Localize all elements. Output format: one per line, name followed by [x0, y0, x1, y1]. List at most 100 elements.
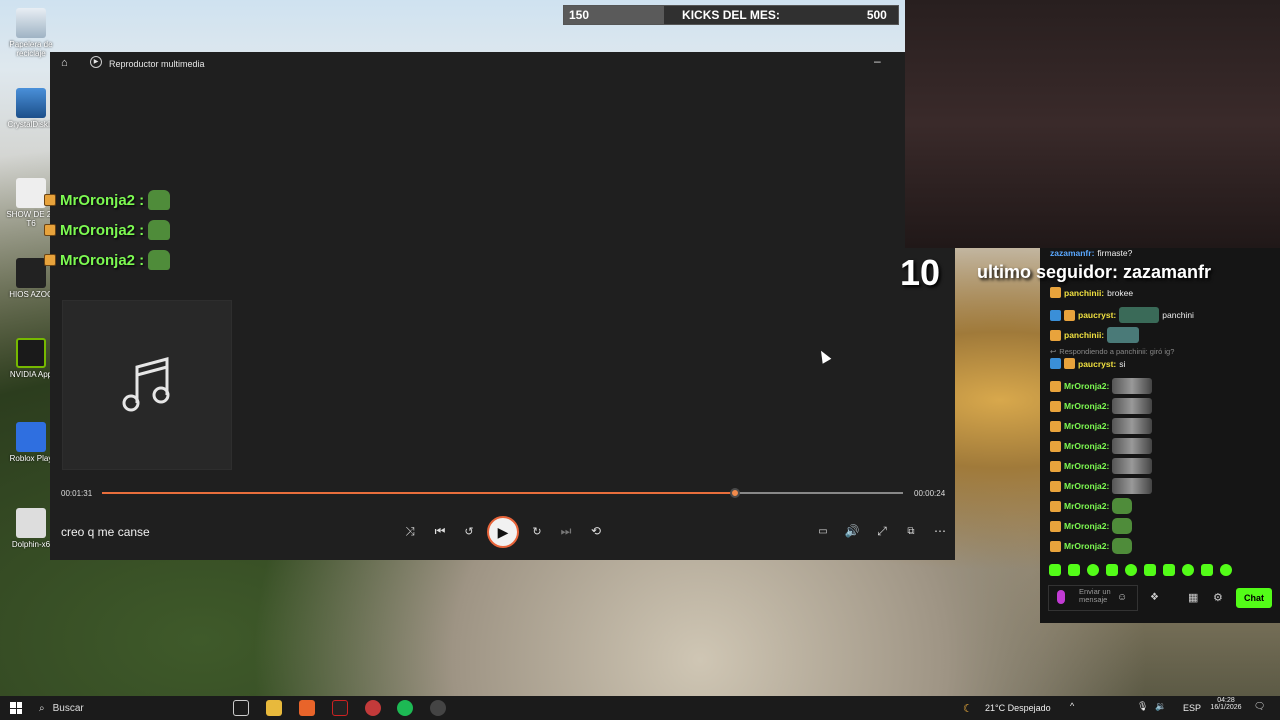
- chat-text: firmaste?: [1097, 248, 1133, 258]
- tray-chevron-icon[interactable]: ^: [1070, 701, 1074, 711]
- chat-user: MrOronja2:: [1064, 441, 1110, 451]
- crystaldisk-icon: [16, 88, 46, 118]
- clock-date: 16/1/2026: [1210, 704, 1242, 711]
- volume-tray-icon[interactable]: 🔉: [1155, 701, 1166, 712]
- emote-icon[interactable]: [1163, 564, 1175, 576]
- emote-icon[interactable]: [1106, 564, 1118, 576]
- sticker-image: [1112, 418, 1153, 434]
- emote-icon[interactable]: [1087, 564, 1099, 576]
- reply-icon: ↩: [1050, 347, 1057, 356]
- emote-icon[interactable]: [1144, 564, 1156, 576]
- overlay-chat-user: MrOronja2 :: [60, 251, 145, 269]
- overlay-chat-line: MrOronja2 :: [44, 190, 171, 210]
- store-icon[interactable]: ▦: [1188, 591, 1198, 604]
- more-options-icon[interactable]: ⋯: [930, 521, 950, 541]
- chat-user: MrOronja2:: [1064, 461, 1110, 471]
- sticker-image: [1112, 378, 1153, 394]
- emote-icon[interactable]: [1201, 564, 1213, 576]
- chat-message: MrOronja2:: [1050, 398, 1153, 414]
- desktop-icon-crystaldisk[interactable]: CrystalDiskIn: [6, 88, 56, 129]
- emote-icon[interactable]: [1182, 564, 1194, 576]
- chat-user: MrOronja2:: [1064, 501, 1110, 511]
- rewind-button[interactable]: ↺: [459, 521, 479, 541]
- crown-badge-icon: [1050, 460, 1061, 472]
- brave-browser-icon[interactable]: [299, 700, 315, 716]
- game-icon: [16, 258, 46, 288]
- chat-message: MrOronja2:: [1050, 418, 1153, 434]
- chat-user: MrOronja2:: [1064, 381, 1110, 391]
- desktop-icon-roblox[interactable]: Roblox Play: [6, 422, 56, 463]
- fast-forward-button[interactable]: ↻: [527, 521, 547, 541]
- chat-text: si: [1119, 358, 1126, 369]
- kicks-icon[interactable]: ❖: [1150, 592, 1159, 603]
- crown-badge-icon: [1050, 287, 1061, 298]
- clock-time: 04:28: [1217, 697, 1235, 704]
- crown-badge-icon: [44, 254, 56, 266]
- file-explorer-icon[interactable]: [266, 700, 282, 716]
- home-icon[interactable]: ⌂: [61, 57, 68, 69]
- roblox-icon: [16, 422, 46, 452]
- taskbar-search[interactable]: ⌕ Buscar: [33, 696, 223, 720]
- music-note-icon: [122, 357, 170, 412]
- webcam-feed: [905, 0, 1280, 248]
- seek-bar[interactable]: [102, 488, 903, 498]
- last-follower: ultimo seguidor: zazamanfr: [977, 262, 1212, 282]
- crown-badge-icon: [1050, 329, 1061, 341]
- follower-count: 10: [900, 252, 941, 293]
- obs-icon[interactable]: [365, 700, 381, 716]
- desktop-icon-label: NVIDIA App: [9, 370, 53, 379]
- miniplayer-icon[interactable]: ▭: [813, 521, 833, 541]
- gear-icon[interactable]: ⚙: [1213, 591, 1223, 604]
- reply-reference: ↩ Respondiendo a panchinii: giró ig?: [1050, 347, 1174, 356]
- emoji-icon[interactable]: ☺: [1117, 592, 1127, 603]
- emote-icon[interactable]: [1220, 564, 1232, 576]
- emote-icon[interactable]: [1049, 564, 1061, 576]
- kicks-goal-bar: 150 KICKS DEL MES: 500: [563, 5, 899, 25]
- compact-overlay-icon[interactable]: ⧉: [901, 521, 921, 541]
- desktop-icon-nvidia[interactable]: NVIDIA App: [6, 338, 56, 379]
- desktop-icon-label: HIOS AZOC: [9, 290, 53, 299]
- next-button[interactable]: ⏭: [556, 521, 576, 541]
- volume-icon[interactable]: 🔊: [842, 521, 862, 541]
- seek-thumb[interactable]: [729, 488, 740, 498]
- crown-badge-icon: [1050, 500, 1061, 512]
- player-titlebar: ⌂ ▶ Reproductor multimedia –: [50, 52, 955, 74]
- search-label: Buscar: [52, 702, 84, 714]
- chat-user: MrOronja2:: [1064, 421, 1110, 431]
- chat-message: MrOronja2:: [1050, 518, 1133, 534]
- player-app-icon: ▶: [90, 56, 102, 68]
- minimize-button[interactable]: –: [874, 54, 881, 68]
- sticker-image: [1107, 327, 1140, 343]
- chat-user: MrOronja2:: [1064, 401, 1110, 411]
- emote-icon[interactable]: [1068, 564, 1080, 576]
- media-player-window: ⌂ ▶ Reproductor multimedia – 00:01:31 00…: [50, 52, 955, 560]
- document-icon: [16, 178, 46, 208]
- repeat-button[interactable]: ⟲: [586, 521, 606, 541]
- desktop-icon-recycle-bin[interactable]: Papelera de reciclaje: [6, 8, 56, 58]
- crown-badge-icon: [1050, 380, 1061, 392]
- notification-icon[interactable]: 🗨: [1254, 701, 1265, 712]
- desktop-icon-dolphin[interactable]: Dolphin-x6: [6, 508, 56, 549]
- fullscreen-icon[interactable]: ⤢: [872, 521, 892, 541]
- weather-text[interactable]: 21°C Despejado: [985, 703, 1051, 713]
- spotify-icon[interactable]: [397, 700, 413, 716]
- shuffle-button[interactable]: ⤨: [400, 521, 420, 541]
- emote-icon: [1112, 498, 1133, 514]
- windows-start-icon[interactable]: [10, 702, 22, 714]
- chat-send-button[interactable]: Chat: [1236, 588, 1272, 608]
- crown-badge-icon: [1050, 520, 1061, 532]
- previous-button[interactable]: ⏮: [430, 521, 450, 541]
- chat-message: zazamanfr: firmaste?: [1050, 248, 1132, 258]
- language-indicator[interactable]: ESP: [1183, 703, 1201, 713]
- verified-badge-icon: [1050, 358, 1061, 369]
- app-icon[interactable]: [332, 700, 348, 716]
- microphone-tray-icon[interactable]: 🎙: [1137, 701, 1148, 712]
- emote-icon[interactable]: [1125, 564, 1137, 576]
- play-button[interactable]: ▶: [487, 516, 519, 548]
- task-view-icon[interactable]: [233, 700, 249, 716]
- overlay-chat-line: MrOronja2 :: [44, 250, 171, 270]
- remaining-time: 00:00:24: [914, 489, 946, 498]
- media-player-taskbar-icon[interactable]: [430, 700, 446, 716]
- emote-icon: [1112, 518, 1133, 534]
- clock[interactable]: 04:28 16/1/2026: [1207, 697, 1245, 711]
